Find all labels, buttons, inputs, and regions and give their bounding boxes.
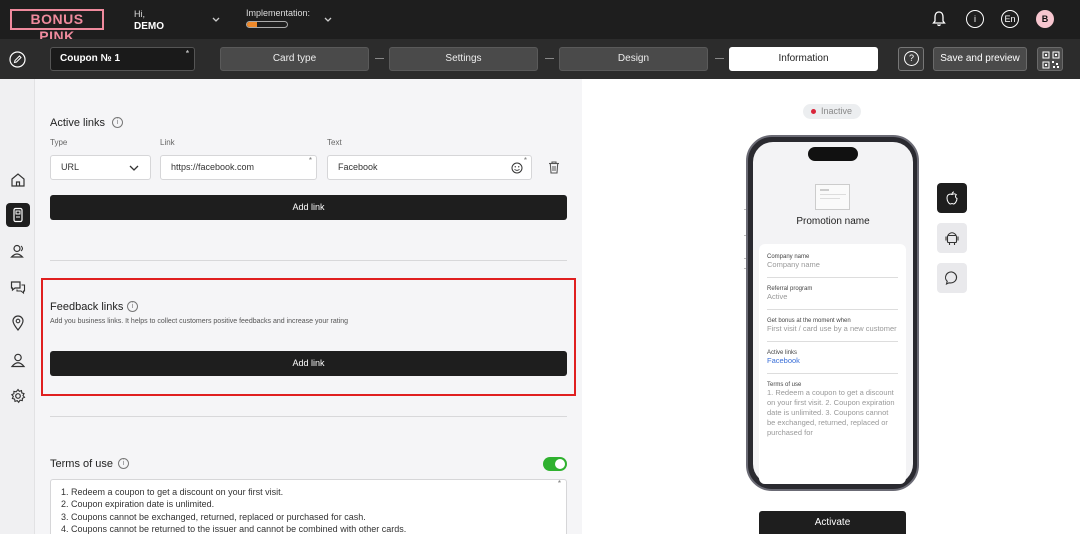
toggle-knob bbox=[555, 459, 565, 469]
android-icon bbox=[945, 232, 959, 245]
avatar[interactable]: B bbox=[1036, 10, 1054, 28]
link-text-value: Facebook bbox=[338, 162, 378, 172]
left-nav-rail bbox=[0, 79, 35, 534]
add-active-link-button[interactable]: Add link bbox=[50, 195, 567, 220]
required-mark: * bbox=[523, 156, 527, 165]
step-toolbar: Coupon № 1 * Card type Settings Design I… bbox=[0, 39, 1080, 79]
required-mark: * bbox=[308, 156, 312, 165]
link-text-input[interactable]: Facebook * bbox=[327, 155, 532, 180]
edit-pen-icon[interactable] bbox=[9, 51, 26, 68]
feedback-links-info-icon[interactable]: i bbox=[127, 301, 138, 312]
trash-icon[interactable] bbox=[547, 160, 561, 174]
link-type-select[interactable]: URL bbox=[50, 155, 151, 180]
question-icon: ? bbox=[904, 51, 919, 66]
link-label: Link bbox=[160, 138, 175, 147]
bonus-value: First visit / card use by a new customer bbox=[767, 324, 897, 333]
implementation-progress-bar bbox=[246, 21, 288, 28]
clients-icon[interactable] bbox=[6, 239, 30, 263]
inactive-dot bbox=[811, 109, 816, 114]
coupon-name-input[interactable]: Coupon № 1 * bbox=[50, 47, 195, 71]
company-value: Company name bbox=[767, 260, 820, 269]
emoji-icon[interactable] bbox=[511, 162, 523, 174]
apple-wallet-button[interactable] bbox=[937, 183, 967, 213]
terms-line: 2. Coupon expiration date is unlimited. bbox=[61, 499, 215, 510]
implementation-chevron-icon[interactable] bbox=[322, 13, 334, 25]
terms-title: Terms of use bbox=[50, 458, 113, 470]
link-url-input[interactable]: https://facebook.com * bbox=[160, 155, 317, 180]
step-divider bbox=[545, 58, 554, 59]
implementation-progress-fill bbox=[247, 22, 257, 27]
section-divider bbox=[50, 416, 567, 417]
greeting-text: Hi, bbox=[134, 9, 145, 19]
feedback-links-title: Feedback links bbox=[50, 301, 124, 313]
feedback-links-highlight bbox=[41, 278, 576, 396]
tab-card-type[interactable]: Card type bbox=[220, 47, 369, 71]
preview-links-value: Facebook bbox=[767, 356, 800, 365]
chat-bubble-icon bbox=[945, 271, 958, 286]
section-divider bbox=[50, 260, 567, 261]
help-button[interactable]: ? bbox=[898, 47, 924, 71]
preview-terms-value: 1. Redeem a coupon to get a discount on … bbox=[767, 388, 895, 437]
user-menu-chevron-icon[interactable] bbox=[210, 13, 222, 25]
qr-code-icon bbox=[1042, 51, 1060, 69]
terms-line: 3. Coupons cannot be exchanged, returned… bbox=[61, 511, 366, 522]
status-text: Inactive bbox=[821, 106, 853, 116]
messages-icon[interactable] bbox=[6, 275, 30, 299]
add-feedback-link-button[interactable]: Add link bbox=[50, 351, 567, 376]
home-icon[interactable] bbox=[6, 168, 30, 192]
phone-notch bbox=[808, 147, 858, 161]
step-divider bbox=[715, 58, 724, 59]
status-badge: Inactive bbox=[803, 104, 861, 119]
cards-icon[interactable] bbox=[6, 203, 30, 227]
active-links-title: Active links bbox=[50, 117, 106, 129]
terms-toggle[interactable] bbox=[543, 457, 567, 471]
tab-information[interactable]: Information bbox=[729, 47, 878, 71]
link-url-value: https://facebook.com bbox=[171, 162, 255, 172]
messenger-button[interactable] bbox=[937, 263, 967, 293]
referral-value: Active bbox=[767, 292, 788, 301]
terms-textarea[interactable]: * 1. Redeem a coupon to get a discount o… bbox=[50, 479, 567, 534]
implementation-label: Implementation: bbox=[246, 8, 311, 18]
tab-settings[interactable]: Settings bbox=[389, 47, 538, 71]
apple-icon bbox=[946, 191, 958, 205]
chevron-down-icon bbox=[129, 165, 139, 171]
user-name[interactable]: DEMO bbox=[134, 22, 164, 32]
profile-icon[interactable] bbox=[6, 348, 30, 372]
card-logo-image bbox=[815, 184, 850, 210]
language-button[interactable]: En bbox=[1001, 10, 1019, 28]
brand-logo[interactable]: BONUS PINK bbox=[10, 9, 104, 44]
type-label: Type bbox=[50, 138, 68, 147]
android-button[interactable] bbox=[937, 223, 967, 253]
settings-gear-icon[interactable] bbox=[6, 384, 30, 408]
active-links-info-icon[interactable]: i bbox=[112, 117, 123, 128]
location-pin-icon[interactable] bbox=[6, 311, 30, 335]
terms-info-icon[interactable]: i bbox=[118, 458, 129, 469]
tab-design[interactable]: Design bbox=[559, 47, 708, 71]
promotion-name: Promotion name bbox=[796, 216, 870, 227]
coupon-name-value: Coupon № 1 bbox=[60, 53, 121, 64]
top-bar: BONUS PINK Hi, DEMO Implementation: i En… bbox=[0, 0, 1080, 44]
feedback-links-description: Add you business links. It helps to coll… bbox=[50, 318, 349, 325]
bell-icon[interactable] bbox=[930, 10, 948, 28]
terms-line: 1. Redeem a coupon to get a discount on … bbox=[61, 487, 284, 497]
qr-code-button[interactable] bbox=[1037, 47, 1063, 71]
save-and-preview-button[interactable]: Save and preview bbox=[933, 47, 1027, 71]
card-info-sheet: Company name Company name Referral progr… bbox=[759, 244, 906, 484]
info-icon[interactable]: i bbox=[966, 10, 984, 28]
required-mark: * bbox=[557, 479, 561, 488]
step-divider bbox=[375, 58, 384, 59]
user-greeting: Hi, DEMO bbox=[134, 9, 164, 32]
terms-line: 4. Coupons cannot be returned to the iss… bbox=[61, 524, 407, 534]
link-type-value: URL bbox=[61, 162, 80, 172]
text-label: Text bbox=[327, 138, 342, 147]
required-mark: * bbox=[185, 49, 189, 58]
activate-button[interactable]: Activate bbox=[759, 511, 906, 534]
